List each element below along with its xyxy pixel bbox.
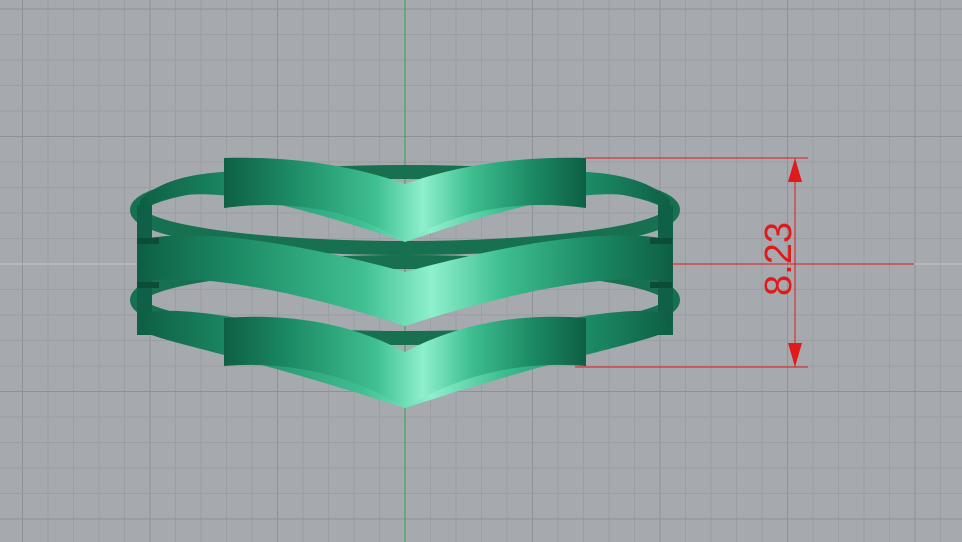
3d-viewport[interactable]: 8.23 — [0, 0, 962, 542]
left-connector-bottom — [137, 282, 159, 288]
dimension-value: 8.23 — [758, 222, 800, 296]
viewport-canvas[interactable]: 8.23 — [0, 0, 962, 542]
ring-model[interactable] — [130, 157, 680, 408]
left-connector-top — [137, 238, 159, 244]
right-connector-top — [650, 238, 672, 244]
dimension-arrow-bottom — [788, 343, 802, 367]
right-connector-bottom — [650, 282, 672, 288]
